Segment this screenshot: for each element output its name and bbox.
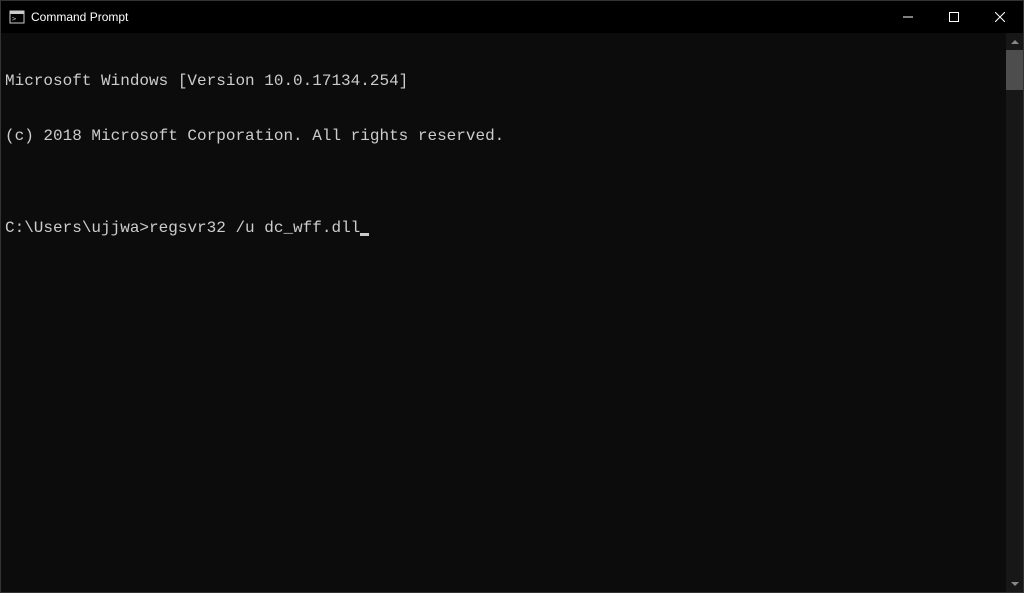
version-line: Microsoft Windows [Version 10.0.17134.25… (5, 72, 1006, 90)
close-button[interactable] (977, 1, 1023, 33)
scroll-up-arrow[interactable] (1006, 33, 1023, 50)
maximize-button[interactable] (931, 1, 977, 33)
scrollbar-thumb[interactable] (1006, 50, 1023, 90)
prompt-text: C:\Users\ujjwa> (5, 219, 149, 237)
window-title: Command Prompt (31, 10, 885, 24)
chevron-up-icon (1011, 40, 1019, 44)
command-prompt-icon: >_ (9, 9, 25, 25)
prompt-line: C:\Users\ujjwa>regsvr32 /u dc_wff.dll (5, 219, 1006, 237)
command-text: regsvr32 /u dc_wff.dll (149, 219, 360, 237)
vertical-scrollbar[interactable] (1006, 33, 1023, 592)
chevron-down-icon (1011, 582, 1019, 586)
svg-text:>_: >_ (12, 15, 21, 23)
content-area: Microsoft Windows [Version 10.0.17134.25… (1, 33, 1023, 592)
minimize-icon (903, 12, 913, 22)
maximize-icon (949, 12, 959, 22)
close-icon (995, 12, 1005, 22)
titlebar[interactable]: >_ Command Prompt (1, 1, 1023, 33)
minimize-button[interactable] (885, 1, 931, 33)
cursor (360, 233, 369, 236)
window-controls (885, 1, 1023, 33)
scroll-down-arrow[interactable] (1006, 575, 1023, 592)
copyright-line: (c) 2018 Microsoft Corporation. All righ… (5, 127, 1006, 145)
command-prompt-window: >_ Command Prompt (0, 0, 1024, 593)
terminal-output[interactable]: Microsoft Windows [Version 10.0.17134.25… (1, 33, 1006, 592)
scrollbar-track[interactable] (1006, 50, 1023, 575)
